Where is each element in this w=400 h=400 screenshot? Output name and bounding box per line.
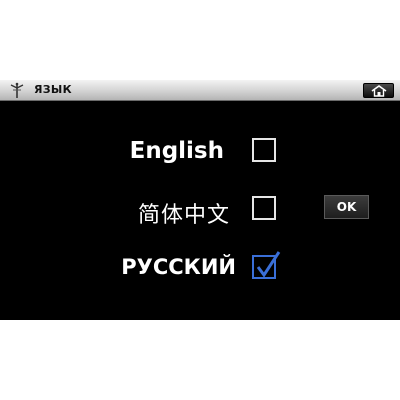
- language-icon: [8, 82, 26, 99]
- page-title: ЯЗЫК: [34, 83, 72, 96]
- checkbox-russian[interactable]: [252, 251, 281, 279]
- checkbox-chinese[interactable]: [252, 196, 276, 220]
- home-icon: [371, 85, 387, 97]
- home-button[interactable]: [363, 83, 394, 98]
- language-screen: ЯЗЫК English 简体中文 РУССКИЙ OK: [0, 80, 400, 320]
- checkmark-icon: [256, 251, 281, 278]
- language-label-chinese: 简体中文: [137, 203, 230, 228]
- language-label-russian: РУССКИЙ: [121, 255, 236, 279]
- checkbox-english[interactable]: [252, 138, 276, 162]
- title-bar: ЯЗЫК: [0, 80, 400, 101]
- ok-button[interactable]: OK: [324, 195, 369, 219]
- language-label-english: English: [129, 138, 224, 164]
